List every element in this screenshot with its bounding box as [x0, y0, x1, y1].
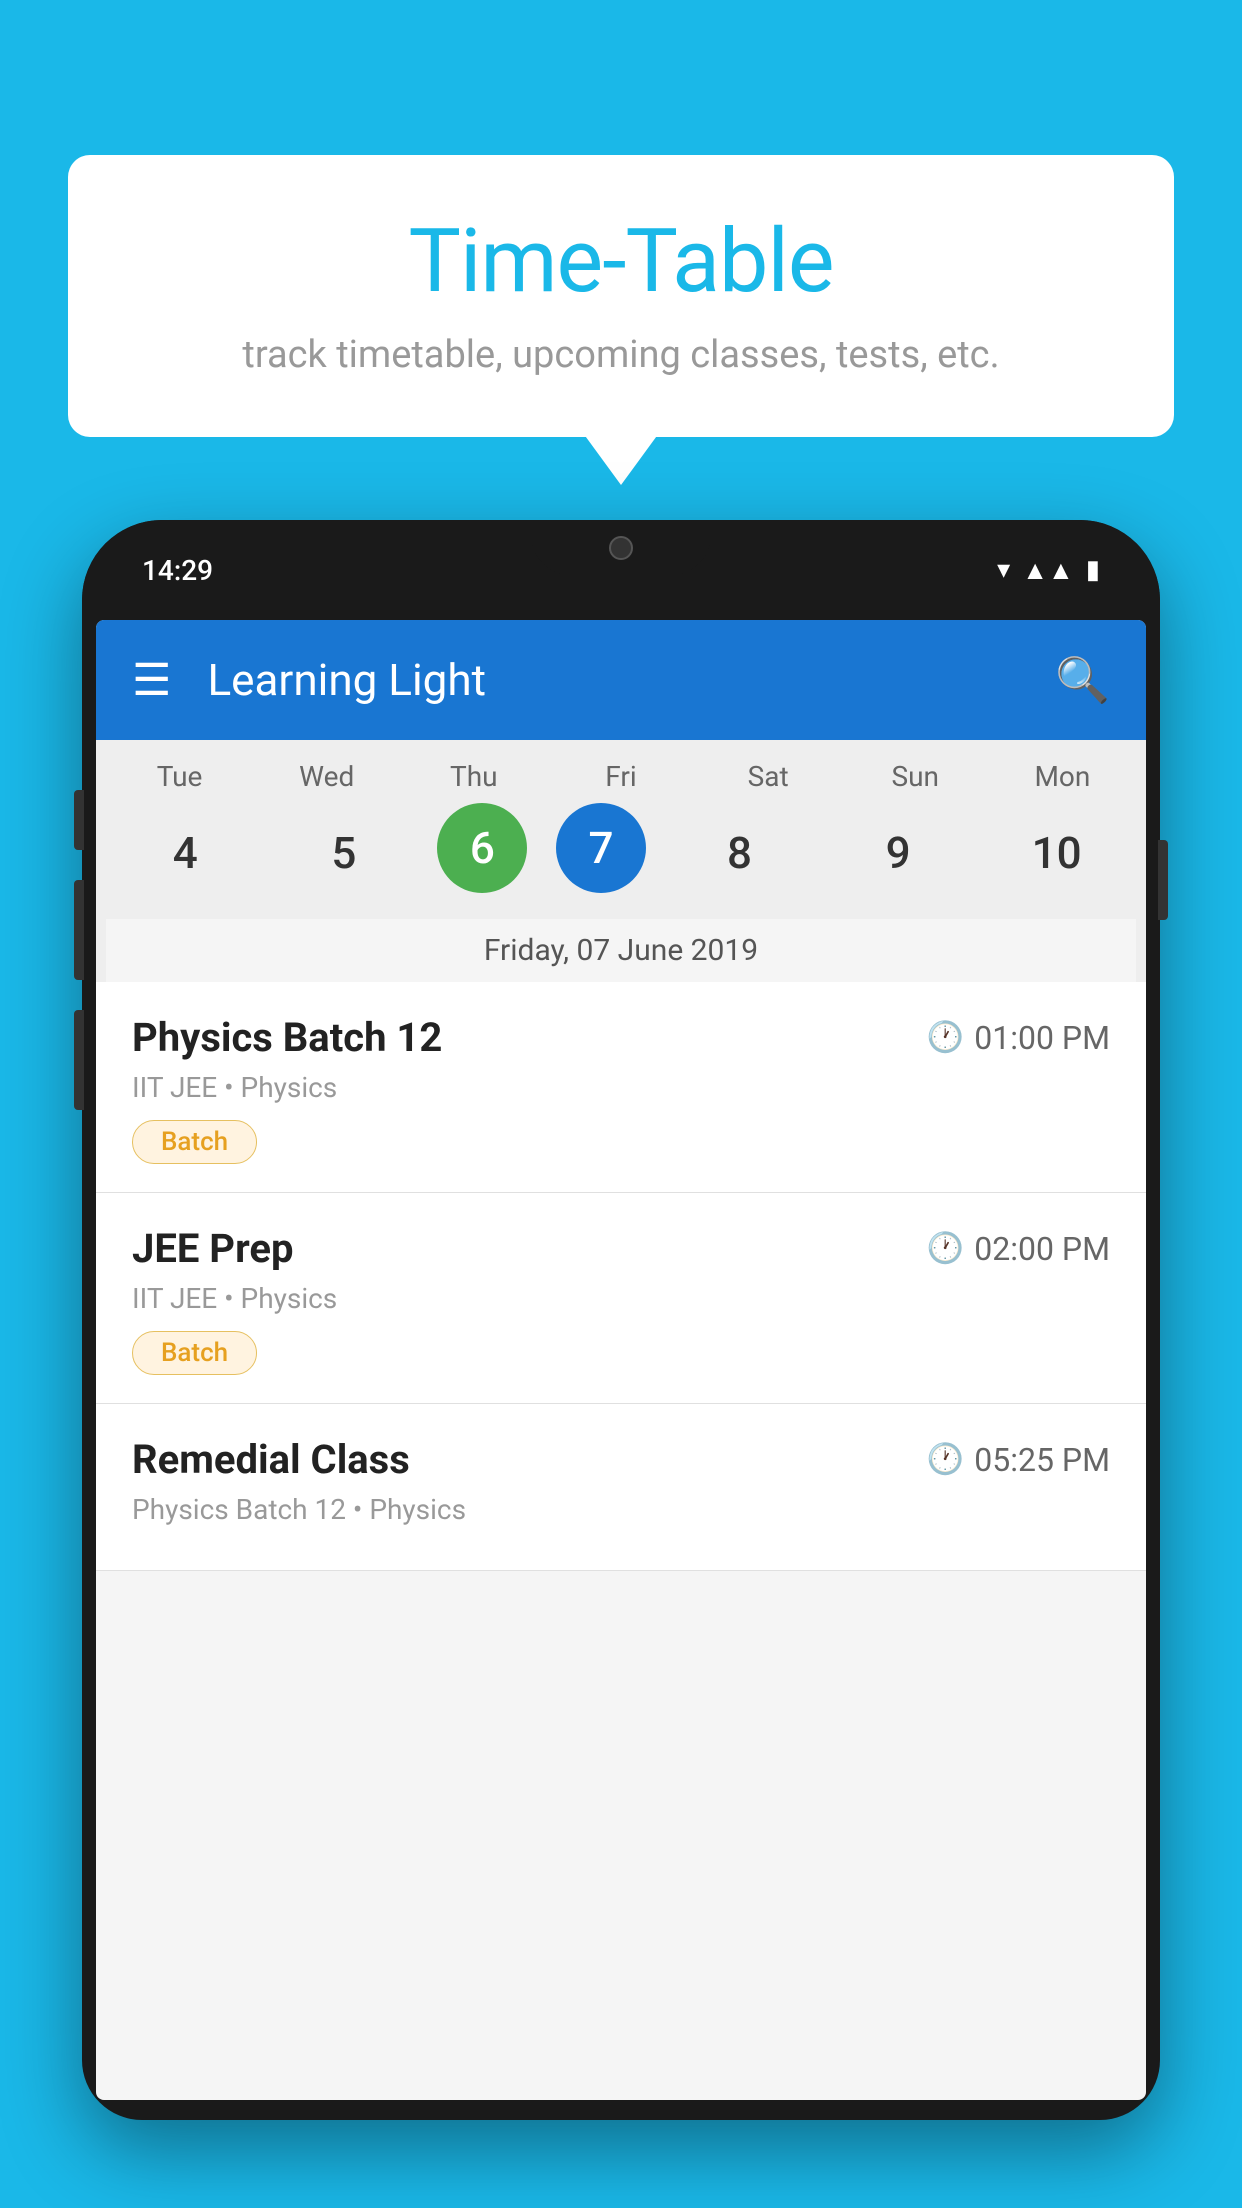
phone-frame: 14:29 ▾ ▲▲ ▮ ☰ Learning Light 🔍 Tue	[82, 520, 1160, 2120]
wifi-icon: ▾	[997, 555, 1010, 585]
phone-mockup: 14:29 ▾ ▲▲ ▮ ☰ Learning Light 🔍 Tue	[82, 520, 1160, 2208]
schedule-item-1-header: Physics Batch 12 🕐 01:00 PM	[132, 1014, 1110, 1061]
app-bar: ☰ Learning Light 🔍	[96, 620, 1146, 740]
bubble-title: Time-Table	[128, 210, 1114, 313]
batch-badge-2: Batch	[132, 1331, 257, 1375]
day-6-today[interactable]: 6	[437, 803, 527, 893]
day-header-sat: Sat	[703, 760, 833, 793]
status-time: 14:29	[142, 554, 213, 587]
day-numbers: 4 5 6 7 8 9 10	[106, 803, 1136, 903]
clock-icon-2: 🕐	[927, 1231, 964, 1266]
day-header-tue: Tue	[115, 760, 245, 793]
speech-bubble-section: Time-Table track timetable, upcoming cla…	[68, 155, 1174, 437]
volume-down-button	[74, 880, 84, 980]
selected-date-label: Friday, 07 June 2019	[106, 919, 1136, 982]
schedule-subtitle-3: Physics Batch 12 • Physics	[132, 1493, 1110, 1526]
app-bar-title: Learning Light	[207, 654, 1055, 706]
day-7-selected[interactable]: 7	[556, 803, 646, 893]
bubble-subtitle: track timetable, upcoming classes, tests…	[128, 333, 1114, 377]
schedule-item-2-header: JEE Prep 🕐 02:00 PM	[132, 1225, 1110, 1272]
speech-bubble: Time-Table track timetable, upcoming cla…	[68, 155, 1174, 437]
front-camera	[609, 536, 633, 560]
phone-notch	[531, 520, 711, 575]
day-5[interactable]: 5	[279, 803, 409, 903]
hamburger-icon[interactable]: ☰	[132, 654, 171, 706]
schedule-time-2: 🕐 02:00 PM	[927, 1230, 1110, 1268]
volume-up-button	[74, 790, 84, 850]
schedule-list: Physics Batch 12 🕐 01:00 PM IIT JEE • Ph…	[96, 982, 1146, 1571]
batch-badge-1: Batch	[132, 1120, 257, 1164]
phone-screen: ☰ Learning Light 🔍 Tue Wed Thu Fri Sat S…	[96, 620, 1146, 2100]
status-bar: 14:29 ▾ ▲▲ ▮	[82, 520, 1160, 620]
clock-icon-1: 🕐	[927, 1020, 964, 1055]
day-header-sun: Sun	[850, 760, 980, 793]
power-button	[1158, 840, 1168, 920]
day-4[interactable]: 4	[120, 803, 250, 903]
day-header-thu: Thu	[409, 760, 539, 793]
search-icon[interactable]: 🔍	[1055, 654, 1110, 706]
silent-button	[74, 1010, 84, 1110]
schedule-time-3: 🕐 05:25 PM	[927, 1441, 1110, 1479]
calendar-strip: Tue Wed Thu Fri Sat Sun Mon 4 5 6 7 8 9 …	[96, 740, 1146, 982]
clock-icon-3: 🕐	[927, 1442, 964, 1477]
schedule-title-3: Remedial Class	[132, 1436, 410, 1483]
day-header-fri: Fri	[556, 760, 686, 793]
status-icons: ▾ ▲▲ ▮	[997, 555, 1100, 586]
schedule-subtitle-2: IIT JEE • Physics	[132, 1282, 1110, 1315]
day-8[interactable]: 8	[675, 803, 805, 903]
battery-icon: ▮	[1086, 555, 1100, 585]
day-10[interactable]: 10	[992, 803, 1122, 903]
day-header-mon: Mon	[997, 760, 1127, 793]
schedule-subtitle-1: IIT JEE • Physics	[132, 1071, 1110, 1104]
day-9[interactable]: 9	[833, 803, 963, 903]
schedule-title-2: JEE Prep	[132, 1225, 293, 1272]
schedule-time-1: 🕐 01:00 PM	[927, 1019, 1110, 1057]
schedule-item-1[interactable]: Physics Batch 12 🕐 01:00 PM IIT JEE • Ph…	[96, 982, 1146, 1193]
day-headers: Tue Wed Thu Fri Sat Sun Mon	[106, 760, 1136, 793]
day-header-wed: Wed	[262, 760, 392, 793]
schedule-item-3[interactable]: Remedial Class 🕐 05:25 PM Physics Batch …	[96, 1404, 1146, 1571]
schedule-title-1: Physics Batch 12	[132, 1014, 442, 1061]
signal-icon: ▲▲	[1022, 555, 1073, 586]
schedule-item-3-header: Remedial Class 🕐 05:25 PM	[132, 1436, 1110, 1483]
schedule-item-2[interactable]: JEE Prep 🕐 02:00 PM IIT JEE • Physics Ba…	[96, 1193, 1146, 1404]
